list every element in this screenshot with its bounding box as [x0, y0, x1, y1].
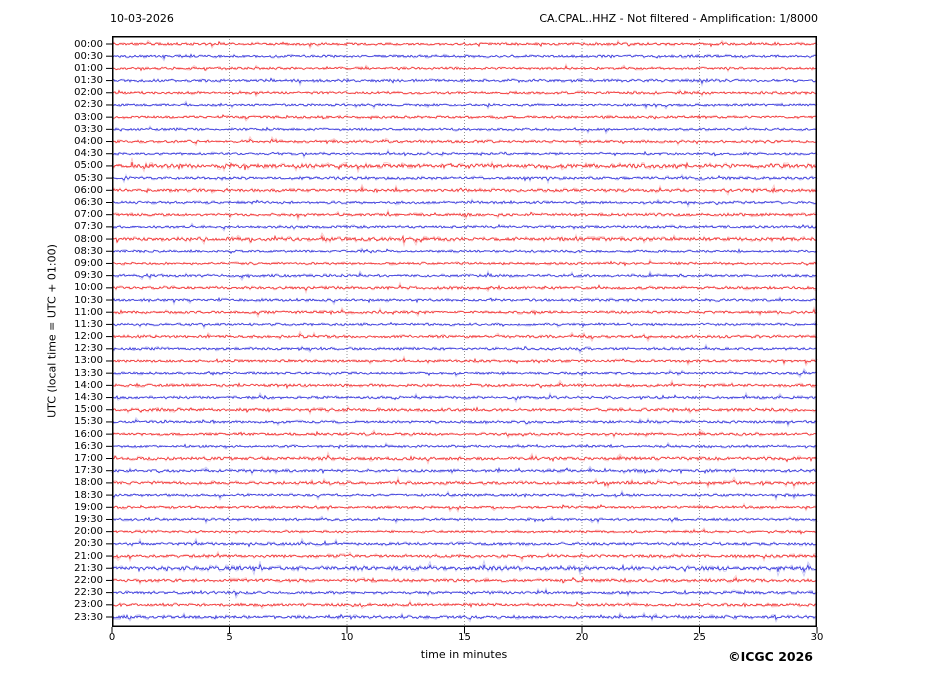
trace-halo	[112, 380, 816, 388]
time-label: 10:30	[0, 295, 103, 306]
time-label: 07:30	[0, 221, 103, 232]
time-label: 18:30	[0, 490, 103, 501]
x-tick-label: 20	[557, 632, 607, 644]
time-label: 19:30	[0, 514, 103, 525]
time-label: 20:30	[0, 538, 103, 549]
time-label: 01:00	[0, 63, 103, 74]
x-tick-label: 30	[792, 632, 842, 644]
time-label: 18:00	[0, 477, 103, 488]
time-label: 21:30	[0, 563, 103, 574]
trace-halo	[112, 54, 816, 61]
trace-halo	[112, 115, 816, 121]
time-label: 13:30	[0, 368, 103, 379]
trace-row	[112, 236, 817, 242]
station-title: CA.CPAL..HHZ - Not filtered - Amplificat…	[539, 12, 818, 25]
x-tick-label: 10	[322, 632, 372, 644]
time-label: 22:30	[0, 587, 103, 598]
time-label: 23:00	[0, 599, 103, 610]
trace-row	[112, 310, 817, 315]
time-label: 04:00	[0, 136, 103, 147]
trace-halo	[112, 259, 816, 265]
time-label: 06:30	[0, 197, 103, 208]
time-label: 08:00	[0, 234, 103, 245]
copyright-label: ©ICGC 2026	[728, 649, 813, 664]
trace-row	[112, 371, 817, 375]
trace-row	[112, 518, 817, 522]
time-label: 11:30	[0, 319, 103, 330]
time-label: 20:00	[0, 526, 103, 537]
time-label: 07:00	[0, 209, 103, 220]
time-label: 17:00	[0, 453, 103, 464]
time-label: 11:00	[0, 307, 103, 318]
time-label: 09:00	[0, 258, 103, 269]
time-label: 08:30	[0, 246, 103, 257]
time-label: 16:30	[0, 441, 103, 452]
trace-row	[112, 103, 817, 107]
time-label: 21:00	[0, 551, 103, 562]
x-axis-title: time in minutes	[364, 648, 564, 661]
time-label: 13:00	[0, 355, 103, 366]
time-label: 00:00	[0, 39, 103, 50]
trace-row	[112, 188, 817, 193]
trace-row	[112, 200, 817, 204]
time-label: 02:00	[0, 87, 103, 98]
time-label: 06:00	[0, 185, 103, 196]
time-label: 05:30	[0, 173, 103, 184]
helicorder-figure: 10-03-2026 CA.CPAL..HHZ - Not filtered -…	[0, 0, 927, 696]
time-label: 05:00	[0, 160, 103, 171]
time-label: 14:30	[0, 392, 103, 403]
time-label: 03:00	[0, 112, 103, 123]
time-label: 15:30	[0, 416, 103, 427]
trace-halo	[112, 442, 816, 449]
time-label: 12:30	[0, 343, 103, 354]
time-label: 16:00	[0, 429, 103, 440]
x-tick-label: 25	[675, 632, 725, 644]
x-tick-label: 5	[205, 632, 255, 644]
time-label: 00:30	[0, 51, 103, 62]
time-label: 22:00	[0, 575, 103, 586]
time-label: 23:30	[0, 612, 103, 623]
time-label: 17:30	[0, 465, 103, 476]
time-label: 10:00	[0, 282, 103, 293]
time-label: 04:30	[0, 148, 103, 159]
time-label: 19:00	[0, 502, 103, 513]
x-tick-label: 15	[440, 632, 490, 644]
trace-halo	[112, 78, 816, 85]
plot-area	[112, 36, 817, 627]
time-label: 01:30	[0, 75, 103, 86]
time-label: 12:00	[0, 331, 103, 342]
time-label: 15:00	[0, 404, 103, 415]
time-label: 14:00	[0, 380, 103, 391]
time-label: 03:30	[0, 124, 103, 135]
date-label: 10-03-2026	[110, 12, 174, 25]
x-tick-label: 0	[87, 632, 137, 644]
time-label: 09:30	[0, 270, 103, 281]
time-label: 02:30	[0, 99, 103, 110]
trace-halo	[112, 539, 816, 547]
trace-row	[112, 334, 817, 339]
